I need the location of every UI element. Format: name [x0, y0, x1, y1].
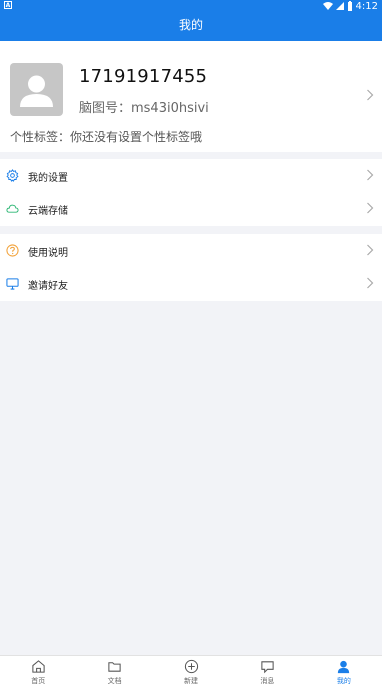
chevron-right-icon: [367, 277, 374, 289]
menu-item-invite-friends[interactable]: 邀请好友: [0, 267, 382, 300]
tab-label: 消息: [260, 677, 275, 685]
menu-item-label: 云端存储: [28, 206, 68, 217]
page-title: 我的: [178, 18, 203, 32]
menu-item-label: 邀请好友: [28, 281, 68, 292]
battery-icon: [347, 1, 352, 11]
default-avatar-icon: [20, 75, 53, 107]
home-icon: [32, 660, 45, 673]
status-bar: A 4:12: [0, 0, 382, 12]
signal-icon: [335, 2, 344, 10]
gear-icon: [6, 169, 19, 182]
tab-new[interactable]: 新建: [153, 656, 229, 685]
app-notification-icon: A: [4, 1, 12, 9]
invite-icon: [6, 278, 19, 290]
chevron-right-icon: [367, 244, 374, 256]
folder-icon: [108, 662, 121, 672]
menu-item-label: 使用说明: [28, 248, 68, 259]
chevron-right-icon: [367, 89, 374, 101]
tab-label: 文档: [107, 677, 122, 685]
tab-documents[interactable]: 文档: [76, 656, 152, 685]
help-icon: [6, 244, 19, 257]
page-header: 我的: [0, 12, 382, 41]
message-icon: [261, 661, 274, 674]
avatar[interactable]: [10, 63, 63, 116]
user-phone: 17191917455: [79, 66, 208, 87]
menu-item-settings[interactable]: 我的设置: [0, 159, 382, 192]
chevron-right-icon: [367, 202, 374, 214]
menu-item-cloud-storage[interactable]: 云端存储: [0, 192, 382, 225]
chevron-right-icon: [367, 169, 374, 181]
user-icon: [338, 660, 350, 674]
tab-label: 我的: [336, 677, 351, 685]
cloud-icon: [6, 204, 19, 213]
status-time: 4:12: [355, 0, 378, 12]
add-icon: [184, 659, 198, 674]
menu-item-label: 我的设置: [28, 173, 68, 184]
user-signature: 个性标签：你还没有设置个性标签哦: [10, 130, 203, 144]
tab-home[interactable]: 首页: [0, 656, 76, 685]
menu-group-settings: 我的设置 云端存储: [0, 159, 382, 226]
wifi-icon: [322, 2, 333, 10]
menu-group-help: 使用说明 邀请好友: [0, 234, 382, 301]
tab-messages[interactable]: 消息: [229, 656, 305, 685]
menu-item-instructions[interactable]: 使用说明: [0, 234, 382, 267]
tab-mine[interactable]: 我的: [306, 656, 382, 685]
bottom-tab-bar: 首页 文档 新建 消息 我的: [0, 655, 382, 685]
brain-id: 脑图号：ms43i0hsivi: [79, 101, 209, 116]
profile-card[interactable]: 17191917455 脑图号：ms43i0hsivi 个性标签：你还没有设置个…: [0, 41, 382, 152]
tab-label: 新建: [184, 677, 199, 685]
tab-label: 首页: [31, 677, 46, 685]
